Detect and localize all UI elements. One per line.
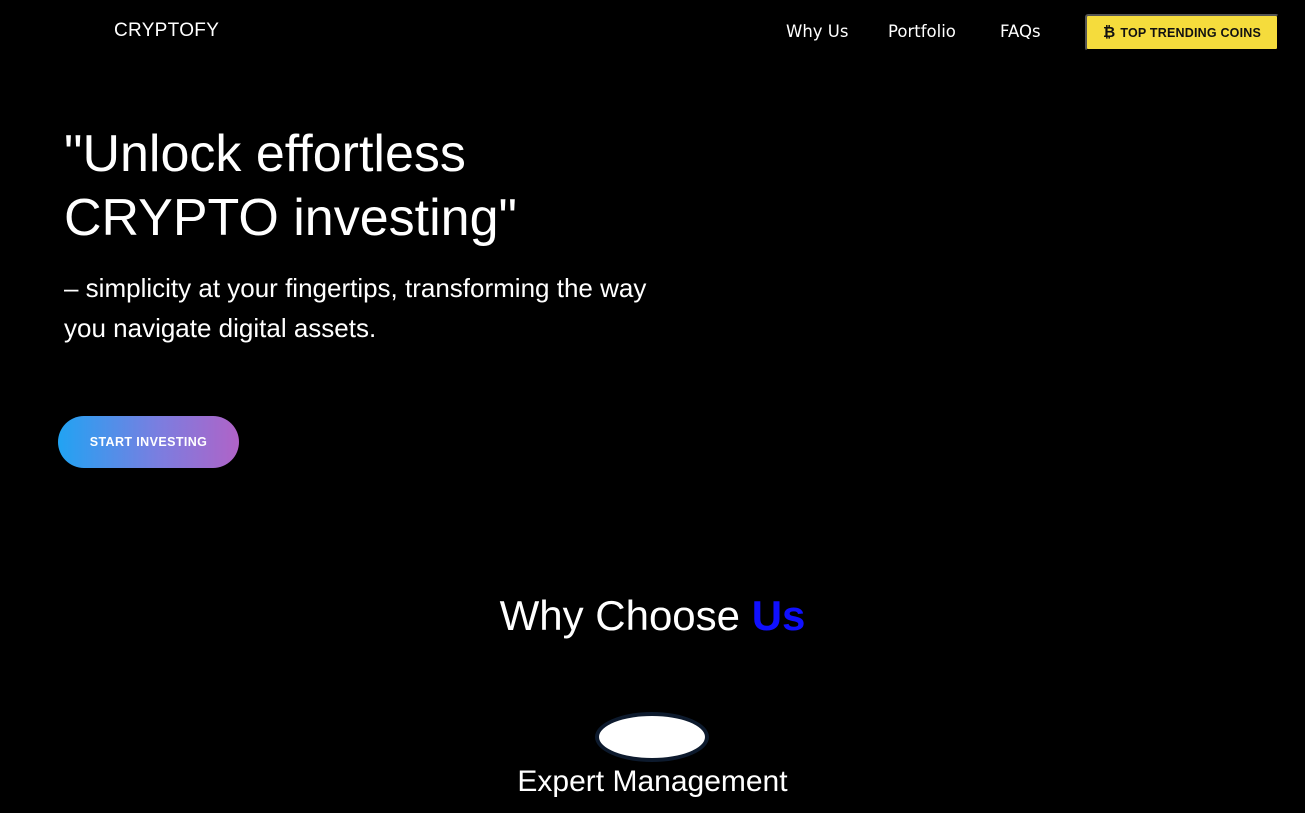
feature-image xyxy=(595,712,709,762)
nav-link-faqs[interactable]: FAQs xyxy=(1000,22,1041,41)
top-trending-coins-button[interactable]: ₿ TOP TRENDING COINS xyxy=(1085,14,1279,51)
navbar: CRYPTOFY Why Us Portfolio FAQs ₿ TOP TRE… xyxy=(0,0,1305,66)
why-title-prefix: Why Choose xyxy=(499,592,752,639)
nav-link-portfolio[interactable]: Portfolio xyxy=(888,22,956,41)
brand-logo[interactable]: CRYPTOFY xyxy=(114,20,219,42)
why-choose-us-heading: Why Choose Us xyxy=(0,590,1305,642)
feature-title: Expert Management xyxy=(517,765,788,798)
hero-title-line2: CRYPTO investing" xyxy=(64,189,517,247)
hero-title-line1: "Unlock effortless xyxy=(64,125,466,183)
page: CRYPTOFY Why Us Portfolio FAQs ₿ TOP TRE… xyxy=(0,0,1305,813)
hero-subtitle: – simplicity at your fingertips, transfo… xyxy=(64,273,647,343)
nav-link-why-us[interactable]: Why Us xyxy=(786,22,848,41)
why-title-accent: Us xyxy=(751,592,806,639)
start-investing-button[interactable]: START INVESTING xyxy=(58,416,239,468)
bitcoin-icon: ₿ xyxy=(1102,24,1116,41)
top-trending-coins-label: TOP TRENDING COINS xyxy=(1120,25,1262,40)
hero-title: "Unlock effortless CRYPTO investing" xyxy=(64,122,684,250)
